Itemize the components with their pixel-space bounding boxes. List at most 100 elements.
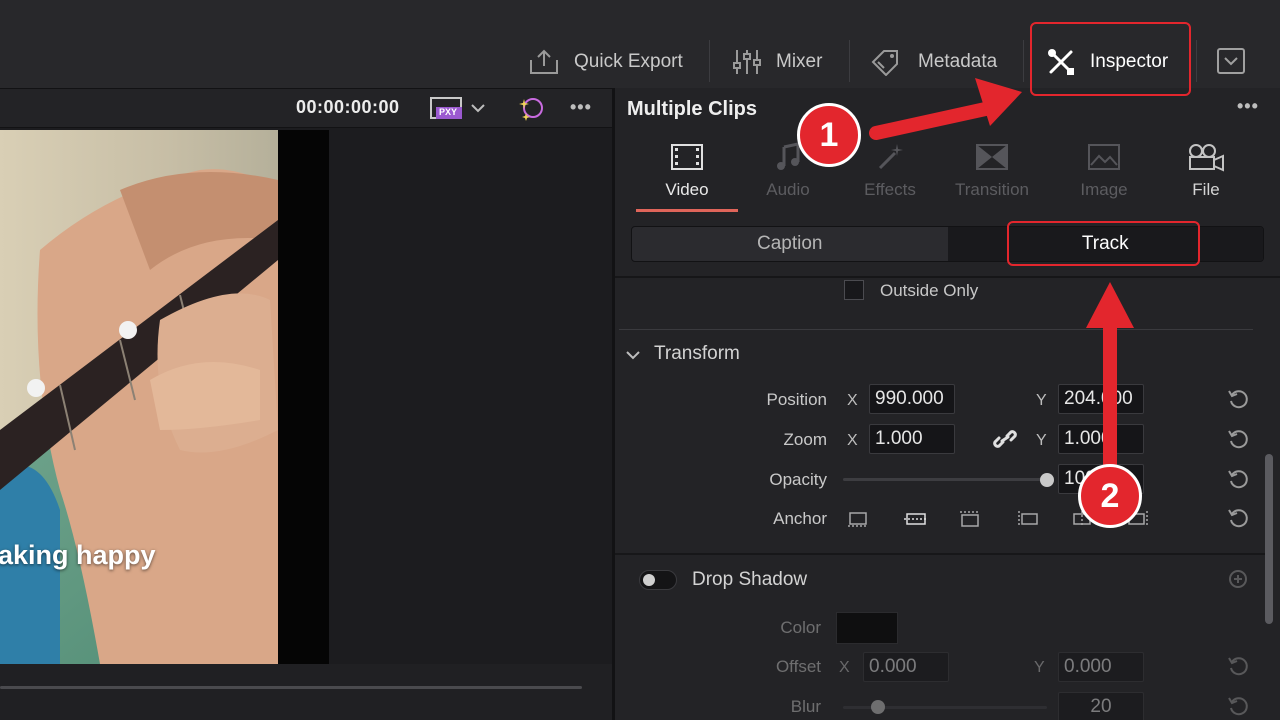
- timecode: 00:00:00:00: [296, 97, 400, 117]
- shadow-offset-y-axis: Y: [1034, 659, 1045, 676]
- position-reset-icon[interactable]: [1227, 388, 1249, 410]
- shadow-blur-field[interactable]: 20: [1058, 692, 1144, 720]
- chevron-down-box-icon: [1217, 48, 1245, 74]
- tab-transition[interactable]: Transition: [941, 140, 1043, 210]
- viewer-footer: [0, 664, 612, 720]
- section-divider: [619, 329, 1253, 330]
- chevron-down-icon: [626, 351, 640, 360]
- metadata-button[interactable]: Metadata: [870, 36, 997, 88]
- mixer-button[interactable]: Mixer: [732, 36, 822, 88]
- tab-video[interactable]: Video: [636, 140, 738, 212]
- video-frame-image: [0, 130, 278, 664]
- subtab-separator: [615, 276, 1280, 278]
- shadow-offset-y-field[interactable]: 0.000: [1058, 652, 1144, 682]
- shadow-blur-reset-icon[interactable]: [1227, 695, 1249, 717]
- video-frame: aking happy: [0, 130, 278, 664]
- anchor-left-icon[interactable]: [1017, 510, 1039, 528]
- timeline-scrubber[interactable]: [0, 686, 582, 689]
- viewer-header: 00:00:00:00 PXY •••: [0, 88, 612, 128]
- opacity-slider-knob[interactable]: [1040, 473, 1054, 487]
- mixer-label: Mixer: [776, 51, 823, 72]
- image-icon: [1088, 144, 1120, 170]
- zoom-reset-icon[interactable]: [1227, 428, 1249, 450]
- section-divider: [615, 553, 1265, 555]
- zoom-y-field[interactable]: 1.000: [1058, 424, 1144, 454]
- inspector-highlight-box: [1030, 22, 1191, 96]
- shadow-offset-x-field[interactable]: 0.000: [863, 652, 949, 682]
- toolbar-divider: [849, 40, 850, 82]
- metadata-tag-icon: [871, 50, 898, 76]
- sparkle-icon: [519, 98, 543, 121]
- step-2-badge: 2: [1078, 464, 1142, 528]
- tab-image-label: Image: [1080, 180, 1128, 199]
- video-viewer[interactable]: aking happy: [0, 128, 612, 688]
- shadow-offset-reset-icon[interactable]: [1227, 655, 1249, 677]
- position-label: Position: [766, 390, 827, 409]
- toolbar-divider: [709, 40, 710, 82]
- anchor-label: Anchor: [773, 509, 827, 528]
- shadow-color-label: Color: [780, 618, 821, 637]
- position-x-field[interactable]: 990.000: [869, 384, 955, 414]
- drop-shadow-toggle[interactable]: [639, 570, 677, 590]
- drop-shadow-title: Drop Shadow: [692, 569, 808, 590]
- inspector-title: Multiple Clips: [627, 98, 757, 120]
- proxy-badge: PXY: [439, 107, 458, 117]
- subtitle-text: aking happy: [0, 540, 156, 570]
- proxy-dropdown[interactable]: PXY: [430, 96, 486, 120]
- anchor-top-icon[interactable]: [847, 510, 869, 528]
- inspector-options-menu[interactable]: •••: [1237, 96, 1259, 117]
- mixer-icon: [733, 50, 761, 74]
- metadata-label: Metadata: [918, 51, 998, 72]
- opacity-slider-track[interactable]: [843, 478, 1047, 481]
- anchor-reset-icon[interactable]: [1227, 507, 1249, 529]
- outside-only-checkbox[interactable]: [844, 280, 864, 300]
- step-1-badge: 1: [797, 103, 861, 167]
- shadow-blur-slider-knob[interactable]: [871, 700, 885, 714]
- zoom-label: Zoom: [783, 430, 827, 449]
- expand-toolbar-button[interactable]: [1216, 47, 1246, 80]
- opacity-label: Opacity: [769, 470, 827, 489]
- film-icon: [671, 144, 703, 170]
- quick-export-button[interactable]: Quick Export: [528, 36, 683, 88]
- file-reel-icon: [1189, 144, 1224, 172]
- transform-collapse-toggle[interactable]: [625, 348, 641, 366]
- quick-export-label: Quick Export: [574, 51, 683, 72]
- shadow-blur-label: Blur: [790, 697, 821, 716]
- anchor-middle-icon[interactable]: [903, 510, 929, 528]
- magic-wand-icon: [878, 144, 903, 170]
- tab-effects-label: Effects: [864, 180, 916, 199]
- shadow-offset-x-axis: X: [839, 659, 850, 676]
- viewer-options-menu[interactable]: •••: [570, 97, 592, 118]
- inspector-scrollbar[interactable]: [1265, 454, 1273, 624]
- color-fx-button[interactable]: [516, 95, 546, 128]
- tab-image[interactable]: Image: [1053, 140, 1155, 210]
- toolbar-divider: [1196, 40, 1197, 82]
- transform-title: Transform: [654, 343, 740, 364]
- tab-video-label: Video: [665, 180, 709, 199]
- zoom-x-axis: X: [847, 432, 858, 449]
- inspector-tabs: Video Audio Effects Transition Image Fil…: [615, 128, 1280, 212]
- opacity-reset-icon[interactable]: [1227, 468, 1249, 490]
- tab-audio-label: Audio: [766, 180, 810, 199]
- transition-icon: [976, 144, 1008, 170]
- link-icon[interactable]: [993, 428, 1017, 450]
- anchor-bottom-icon[interactable]: [959, 510, 981, 528]
- shadow-offset-label: Offset: [775, 657, 821, 676]
- tab-file[interactable]: File: [1155, 140, 1257, 210]
- tab-file-label: File: [1192, 180, 1220, 199]
- toolbar-divider: [1023, 40, 1024, 82]
- position-y-axis: Y: [1036, 392, 1047, 409]
- zoom-x-field[interactable]: 1.000: [869, 424, 955, 454]
- track-highlight-box: [1007, 221, 1200, 266]
- outside-only-label: Outside Only: [880, 281, 979, 300]
- position-y-field[interactable]: 204.000: [1058, 384, 1144, 414]
- drop-shadow-reset-icon[interactable]: [1227, 568, 1249, 590]
- chevron-down-icon: [471, 104, 485, 113]
- tab-transition-label: Transition: [954, 180, 1029, 199]
- export-icon: [530, 49, 558, 74]
- shadow-color-swatch[interactable]: [836, 612, 898, 644]
- inspector-panel: Multiple Clips ••• Video Audio Effects T…: [615, 88, 1280, 720]
- position-x-axis: X: [847, 392, 858, 409]
- caption-subtab[interactable]: Caption: [632, 227, 948, 261]
- letterbox-bar: [278, 130, 329, 664]
